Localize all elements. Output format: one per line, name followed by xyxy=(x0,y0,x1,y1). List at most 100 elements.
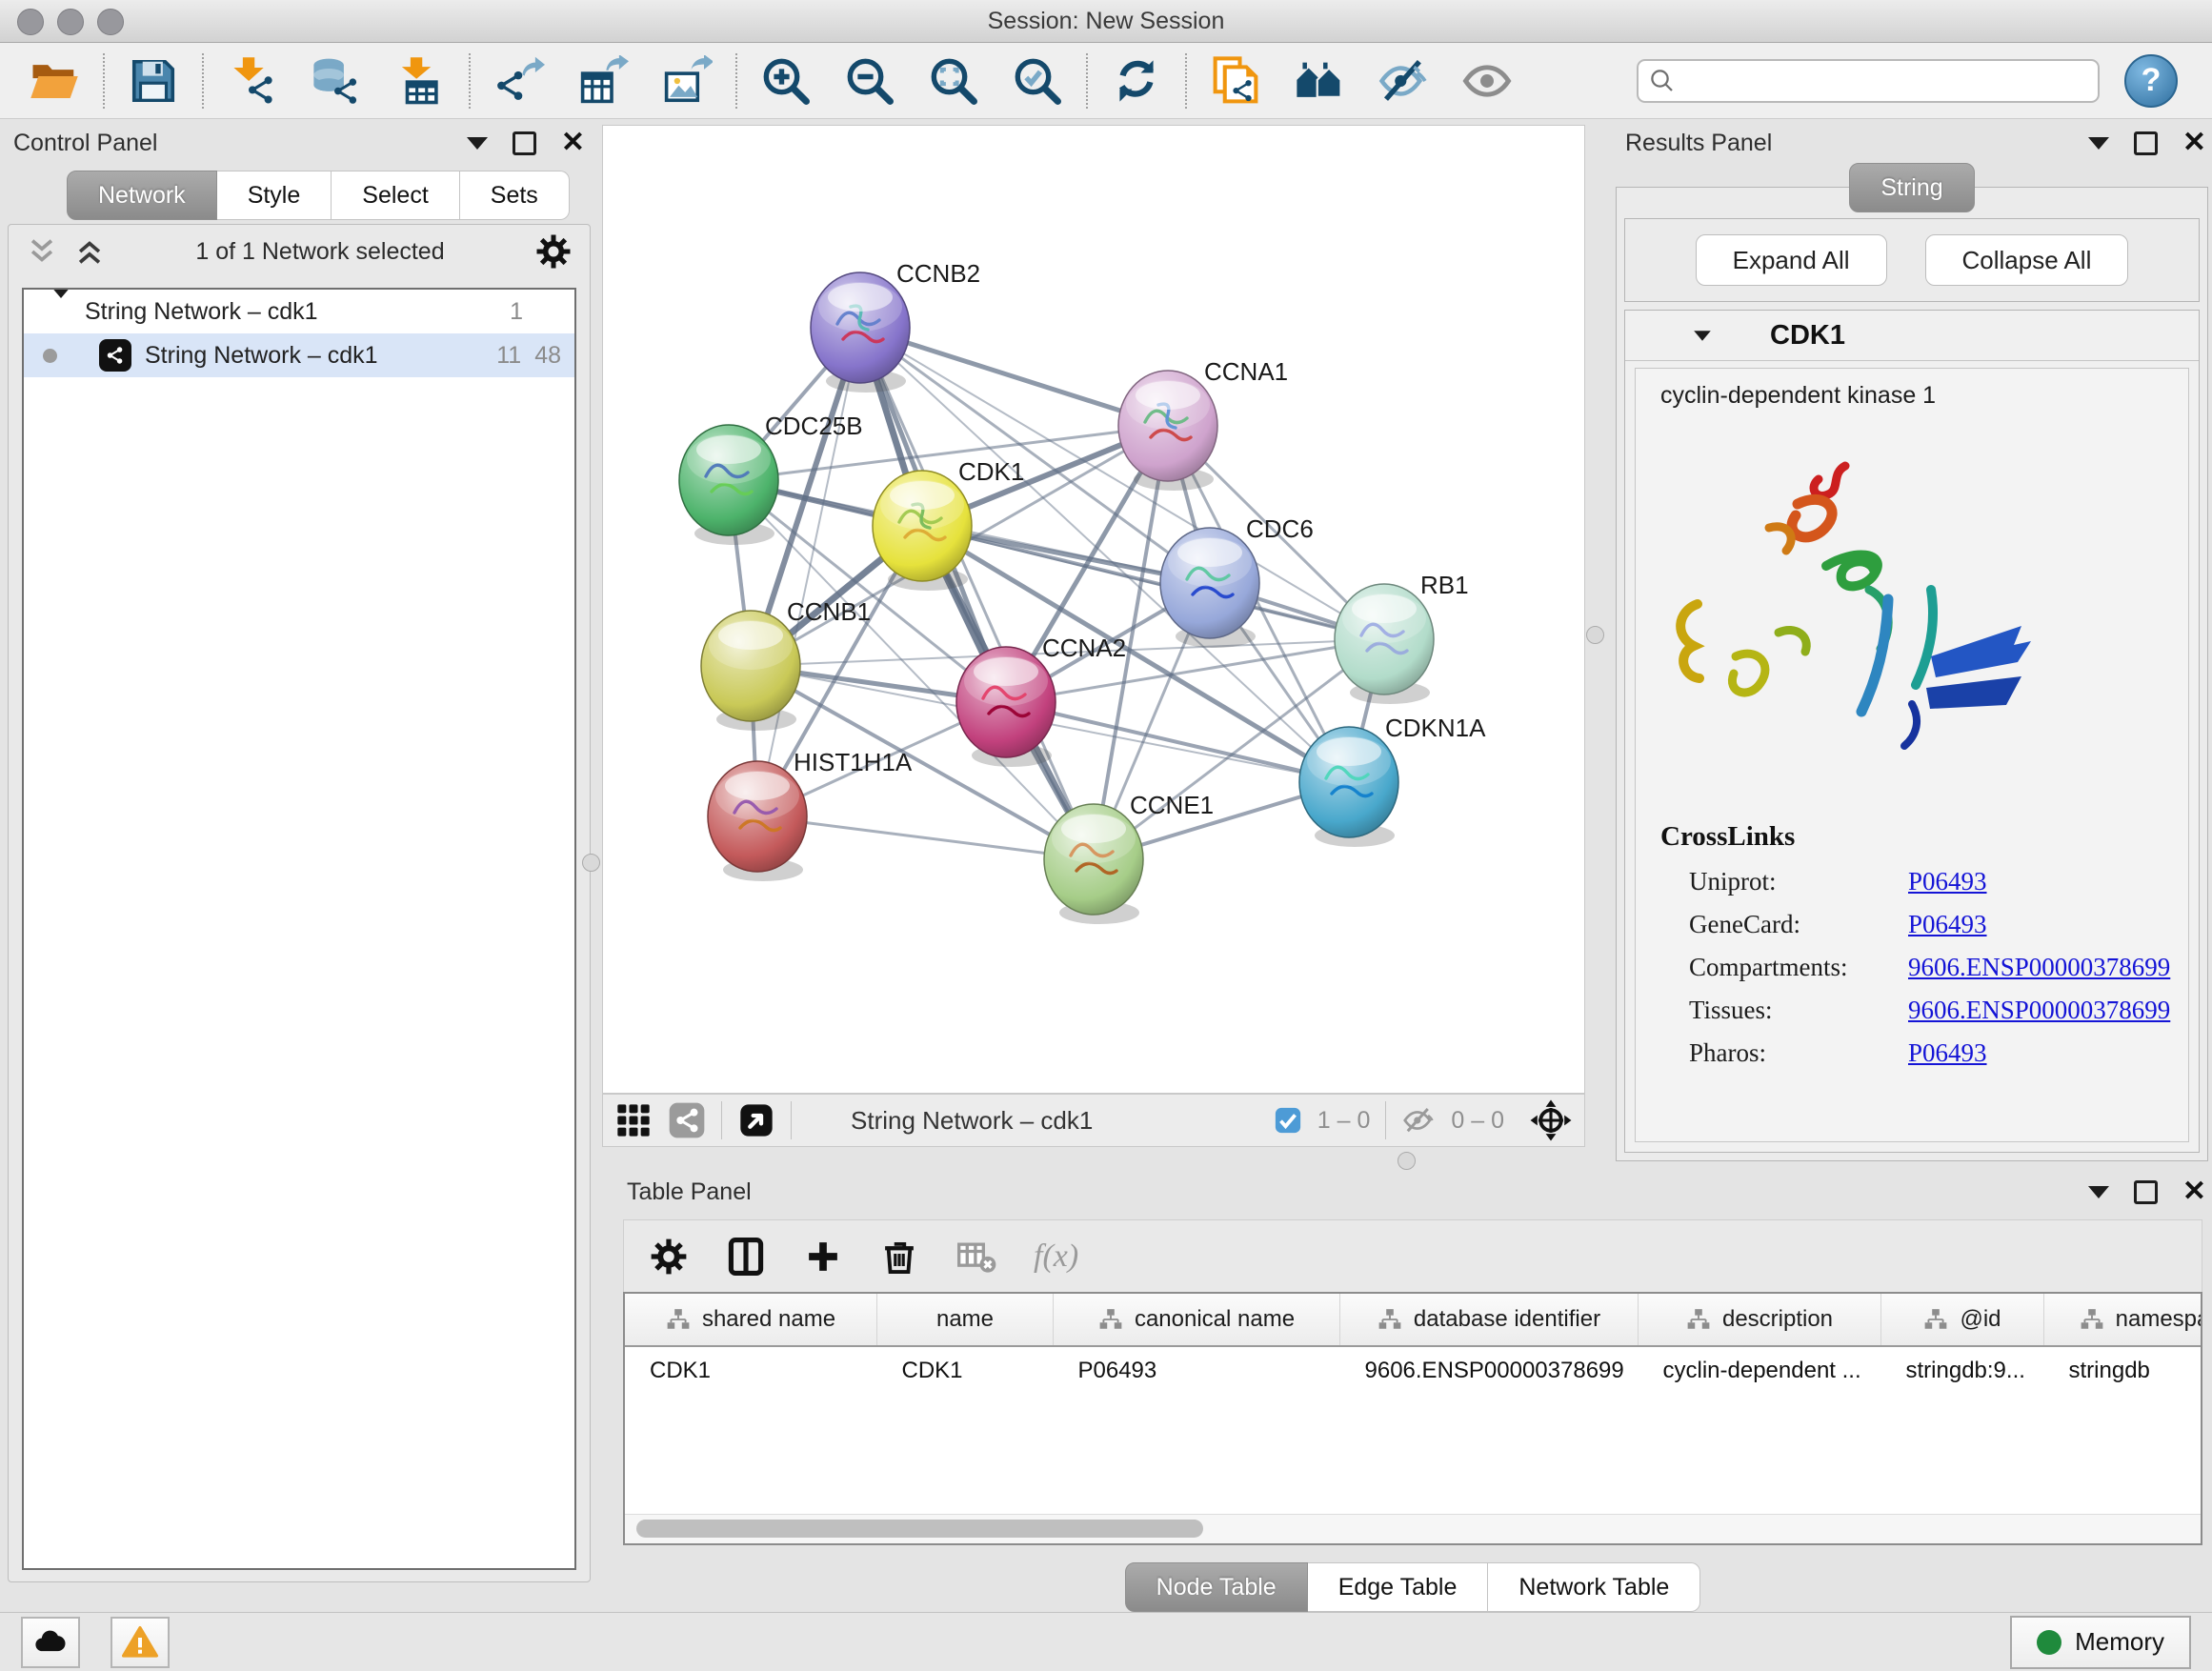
import-network-file-icon[interactable] xyxy=(225,53,280,109)
tab-node-table[interactable]: Node Table xyxy=(1125,1562,1308,1612)
table-panel-float-icon[interactable] xyxy=(2134,1180,2158,1204)
collapse-all-networks-icon[interactable] xyxy=(26,235,58,268)
import-table-icon[interactable] xyxy=(392,53,448,109)
network-node-CDKN1A[interactable]: CDKN1A xyxy=(1299,714,1486,847)
network-node-RB1[interactable]: RB1 xyxy=(1335,571,1469,704)
tab-edge-table[interactable]: Edge Table xyxy=(1308,1562,1489,1612)
column-header-namespac[interactable]: namespac xyxy=(2044,1294,2203,1346)
gene-section-header[interactable]: CDK1 xyxy=(1625,311,2199,361)
tab-network-table[interactable]: Network Table xyxy=(1488,1562,1700,1612)
crosslinks-heading: CrossLinks xyxy=(1636,804,2188,860)
open-session-icon[interactable] xyxy=(27,53,82,109)
fit-content-crosshair-icon[interactable] xyxy=(1529,1098,1573,1142)
show-column-icon[interactable] xyxy=(725,1236,767,1278)
results-panel-float-icon[interactable] xyxy=(2134,131,2158,155)
string-protein-query-icon[interactable] xyxy=(1208,53,1263,109)
cloud-status-button[interactable] xyxy=(21,1617,80,1668)
tab-style[interactable]: Style xyxy=(217,171,332,220)
network-node-CCNE1[interactable]: CCNE1 xyxy=(1044,791,1214,924)
collection-count: 1 xyxy=(510,298,523,326)
column-header--id[interactable]: @id xyxy=(1881,1294,2044,1346)
table-panel-menu-icon[interactable] xyxy=(2088,1186,2109,1198)
gene-section: CDK1 cyclin-dependent kinase 1 xyxy=(1624,310,2200,1153)
network-node-CCNB2[interactable]: CCNB2 xyxy=(811,259,980,393)
crosslink-link[interactable]: 9606.ENSP00000378699 xyxy=(1908,953,2170,982)
scrollbar-thumb[interactable] xyxy=(636,1520,1203,1538)
node-table[interactable]: shared namenamecanonical namedatabase id… xyxy=(623,1292,2202,1545)
search-box[interactable] xyxy=(1637,59,2100,103)
network-node-CDC6[interactable]: CDC6 xyxy=(1160,514,1314,648)
column-header-shared-name[interactable]: shared name xyxy=(625,1294,877,1346)
network-row[interactable]: String Network – cdk1 11 48 xyxy=(24,333,574,377)
table-horizontal-scrollbar[interactable] xyxy=(625,1514,2201,1543)
delete-column-trash-icon[interactable] xyxy=(879,1237,919,1277)
bottom-splitter-handle[interactable] xyxy=(1398,1152,1416,1170)
network-view-title: String Network – cdk1 xyxy=(851,1106,1258,1136)
column-header-canonical-name[interactable]: canonical name xyxy=(1054,1294,1340,1346)
tab-string[interactable]: String xyxy=(1849,163,1974,212)
network-options-gear-icon[interactable] xyxy=(534,232,573,271)
collapse-all-button[interactable]: Collapse All xyxy=(1925,234,2129,286)
network-node-CDK1[interactable]: CDK1 xyxy=(873,457,1024,591)
import-network-database-icon[interactable] xyxy=(309,53,364,109)
table-panel-close-icon[interactable]: ✕ xyxy=(2182,1178,2206,1206)
control-panel-close-icon[interactable]: ✕ xyxy=(561,129,585,157)
network-node-CCNA2[interactable]: CCNA2 xyxy=(956,634,1126,767)
node-label: CDC6 xyxy=(1246,514,1314,543)
network-collection-row[interactable]: String Network – cdk1 1 xyxy=(24,290,574,333)
memory-button[interactable]: Memory xyxy=(2010,1616,2191,1669)
table-options-gear-icon[interactable] xyxy=(649,1237,689,1277)
crosslink-link[interactable]: 9606.ENSP00000378699 xyxy=(1908,996,2170,1025)
selected-checkbox-icon[interactable] xyxy=(1274,1106,1302,1135)
export-network-icon[interactable] xyxy=(492,53,547,109)
results-panel-close-icon[interactable]: ✕ xyxy=(2182,129,2206,157)
right-splitter-handle[interactable] xyxy=(1586,626,1604,644)
collection-collapse-icon[interactable] xyxy=(50,298,71,326)
crosslink-link[interactable]: P06493 xyxy=(1908,1038,1987,1068)
help-button[interactable]: ? xyxy=(2124,54,2178,108)
save-session-icon[interactable] xyxy=(126,53,181,109)
memory-status-dot xyxy=(2037,1630,2061,1655)
birds-eye-view-icon[interactable] xyxy=(614,1101,653,1139)
bundled-apps-icon[interactable] xyxy=(1292,53,1347,109)
create-column-plus-icon[interactable] xyxy=(803,1237,843,1277)
zoom-fit-icon[interactable] xyxy=(926,53,981,109)
network-selection-status: 1 of 1 Network selected xyxy=(106,238,534,266)
network-thumbnail-icon[interactable] xyxy=(668,1101,706,1139)
control-panel-menu-icon[interactable] xyxy=(467,137,488,150)
node-label: CCNA1 xyxy=(1204,357,1288,386)
control-panel-float-icon[interactable] xyxy=(513,131,536,155)
network-edge-count: 48 xyxy=(534,342,561,370)
network-node-HIST1H1A[interactable]: HIST1H1A xyxy=(708,748,913,881)
column-header-description[interactable]: description xyxy=(1639,1294,1881,1346)
crosslink-link[interactable]: P06493 xyxy=(1908,867,1987,896)
tab-select[interactable]: Select xyxy=(332,171,459,220)
network-canvas[interactable]: CCNB2CCNA1CDC25BCDK1CDC6RB1CCNB1CCNA2CDK… xyxy=(602,125,1585,1094)
node-label: CCNB1 xyxy=(787,597,871,626)
export-table-icon[interactable] xyxy=(575,53,631,109)
results-panel-menu-icon[interactable] xyxy=(2088,137,2109,150)
left-splitter-handle[interactable] xyxy=(582,854,600,872)
export-image-icon[interactable] xyxy=(659,53,714,109)
zoom-in-icon[interactable] xyxy=(758,53,814,109)
crosslink-link[interactable]: P06493 xyxy=(1908,910,1987,939)
crosslink-label: Compartments: xyxy=(1689,953,1908,982)
expand-all-button[interactable]: Expand All xyxy=(1696,234,1887,286)
show-graphics-details-icon[interactable] xyxy=(1459,53,1515,109)
zoom-selected-icon[interactable] xyxy=(1010,53,1065,109)
warnings-button[interactable] xyxy=(111,1617,170,1668)
column-header-database-identifier[interactable]: database identifier xyxy=(1340,1294,1639,1346)
column-header-name[interactable]: name xyxy=(877,1294,1054,1346)
table-row[interactable]: CDK1CDK1P064939606.ENSP00000378699cyclin… xyxy=(625,1346,2202,1395)
tab-sets[interactable]: Sets xyxy=(460,171,570,220)
hide-unhide-icon[interactable] xyxy=(1376,53,1431,109)
expand-all-networks-icon[interactable] xyxy=(73,235,106,268)
search-input[interactable] xyxy=(1677,67,2088,95)
network-node-CCNA1[interactable]: CCNA1 xyxy=(1118,357,1288,491)
tab-network[interactable]: Network xyxy=(67,171,217,220)
collection-label: String Network – cdk1 xyxy=(85,298,496,326)
zoom-out-icon[interactable] xyxy=(842,53,897,109)
gene-collapse-icon[interactable] xyxy=(1694,331,1711,340)
refresh-layout-icon[interactable] xyxy=(1109,53,1164,109)
detach-view-icon[interactable] xyxy=(737,1101,775,1139)
